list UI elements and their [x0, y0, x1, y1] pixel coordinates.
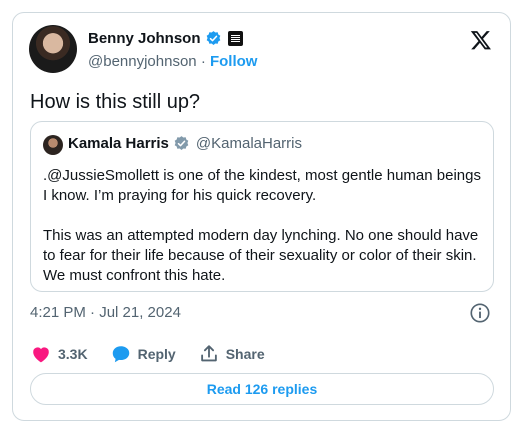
verified-badge-icon: [206, 31, 220, 45]
tweet-timestamp[interactable]: 4:21 PM · Jul 21, 2024: [30, 304, 181, 321]
share-icon: [200, 345, 217, 362]
read-replies-button[interactable]: Read 126 replies: [30, 373, 494, 405]
quoted-paragraph-2: This was an attempted modern day lynchin…: [43, 227, 479, 284]
author-avatar[interactable]: [29, 25, 77, 73]
quoted-tweet-body: .@JussieSmollett is one of the kindest, …: [43, 166, 488, 306]
quoted-author-avatar: [43, 135, 63, 155]
tweet-text: How is this still up?: [30, 91, 201, 113]
government-badge-icon: [174, 136, 189, 150]
quoted-tweet[interactable]: Kamala Harris @KamalaHarris .@JussieSmol…: [30, 121, 494, 292]
follow-button[interactable]: Follow: [210, 53, 258, 70]
reply-label: Reply: [137, 346, 176, 362]
tweet-actions: 3.3K Reply Share: [30, 343, 287, 365]
affiliate-badge-icon: [227, 31, 243, 46]
quoted-paragraph-1: .@JussieSmollett is one of the kindest, …: [43, 167, 481, 204]
x-logo-icon[interactable]: [470, 29, 492, 51]
author-handle[interactable]: @bennyjohnson: [88, 53, 197, 70]
info-icon[interactable]: [469, 302, 491, 324]
quoted-author-handle: @KamalaHarris: [195, 135, 302, 152]
reply-button[interactable]: Reply: [110, 343, 176, 365]
heart-icon: [33, 347, 49, 363]
author-name[interactable]: Benny Johnson: [88, 30, 201, 47]
like-button[interactable]: 3.3K: [30, 343, 88, 365]
author-name-row: Benny Johnson: [88, 30, 243, 47]
share-button[interactable]: Share: [198, 343, 265, 365]
like-count: 3.3K: [58, 346, 88, 362]
quoted-author-row: Kamala Harris @KamalaHarris: [68, 135, 302, 152]
quoted-author-name: Kamala Harris: [68, 135, 169, 152]
embedded-tweet-card: Benny Johnson @bennyjohnson · Follow How…: [12, 12, 511, 421]
separator-dot: ·: [200, 53, 206, 70]
reply-bubble-icon: [112, 346, 129, 363]
share-label: Share: [225, 346, 265, 362]
author-handle-row: @bennyjohnson · Follow: [88, 53, 257, 70]
